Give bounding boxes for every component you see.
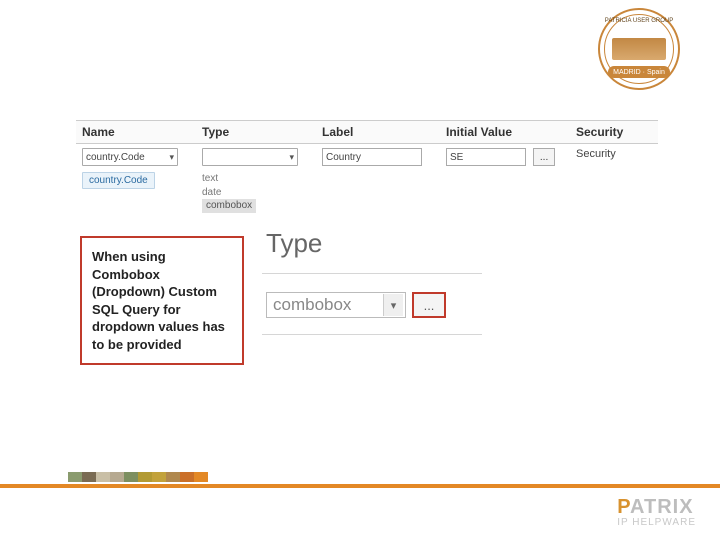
col-name: Name bbox=[76, 120, 196, 144]
zoom-header: Type bbox=[262, 222, 482, 274]
brand-tagline: IP HELPWARE bbox=[617, 518, 696, 529]
type-zoom-panel: Type combobox ▾ ... bbox=[262, 222, 482, 335]
zoom-type-select[interactable]: combobox ▾ bbox=[266, 292, 406, 318]
chevron-down-icon: ▾ bbox=[383, 294, 403, 316]
type-select[interactable]: ▾ bbox=[202, 148, 298, 166]
type-option-date[interactable]: date bbox=[202, 186, 310, 200]
color-strip bbox=[68, 472, 208, 482]
initial-value-browse-button[interactable]: ... bbox=[533, 148, 555, 166]
brand-logo: PATRIX IP HELPWARE bbox=[617, 497, 696, 529]
brand-p: P bbox=[617, 496, 630, 518]
callout-note: When using Combobox (Dropdown) Custom SQ… bbox=[80, 236, 244, 365]
badge-top-text: PATRICIA USER GROUP bbox=[598, 18, 680, 24]
conference-badge: PATRICIA USER GROUP MADRID · Spain bbox=[598, 8, 680, 90]
col-security: Security bbox=[570, 120, 658, 144]
col-initial: Initial Value bbox=[440, 120, 570, 144]
name-select[interactable]: country.Code ▾ bbox=[82, 148, 178, 166]
type-option-combobox[interactable]: combobox bbox=[202, 199, 256, 213]
type-option-text[interactable]: text bbox=[202, 172, 310, 186]
label-input[interactable]: Country bbox=[322, 148, 422, 166]
zoom-browse-button[interactable]: ... bbox=[412, 292, 446, 318]
brand-rest: ATRIX bbox=[630, 496, 694, 518]
chevron-down-icon: ▾ bbox=[169, 152, 174, 163]
security-cell[interactable]: Security bbox=[570, 144, 658, 217]
zoom-type-value: combobox bbox=[273, 295, 351, 315]
col-type: Type bbox=[196, 120, 316, 144]
initial-value-input[interactable]: SE bbox=[446, 148, 526, 166]
type-dropdown-options: text date combobox bbox=[202, 172, 310, 213]
badge-ribbon: MADRID · Spain bbox=[608, 66, 670, 78]
col-label: Label bbox=[316, 120, 440, 144]
footer-bar bbox=[0, 484, 720, 488]
name-tag[interactable]: country.Code bbox=[82, 172, 155, 189]
chevron-down-icon: ▾ bbox=[289, 152, 294, 163]
fields-table: Name Type Label Initial Value Security c… bbox=[76, 120, 658, 217]
name-select-value: country.Code bbox=[86, 152, 145, 163]
